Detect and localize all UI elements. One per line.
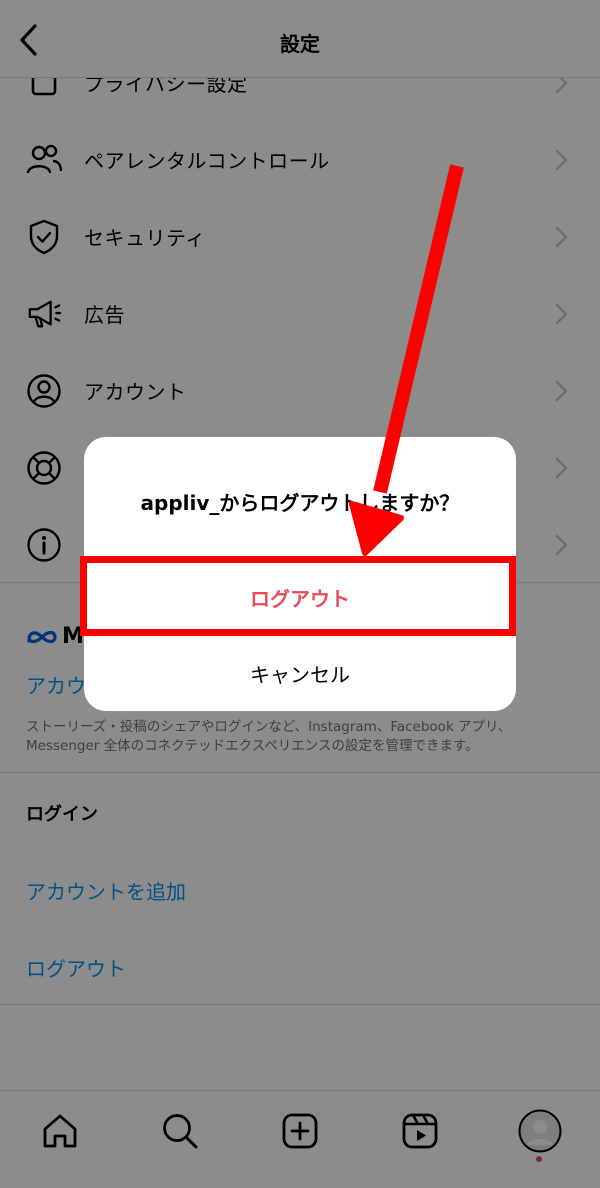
dialog-title: appliv_からログアウトしますか？ [140, 491, 460, 515]
cancel-button[interactable]: キャンセル [84, 636, 516, 711]
annotation-highlight-box [80, 556, 516, 636]
